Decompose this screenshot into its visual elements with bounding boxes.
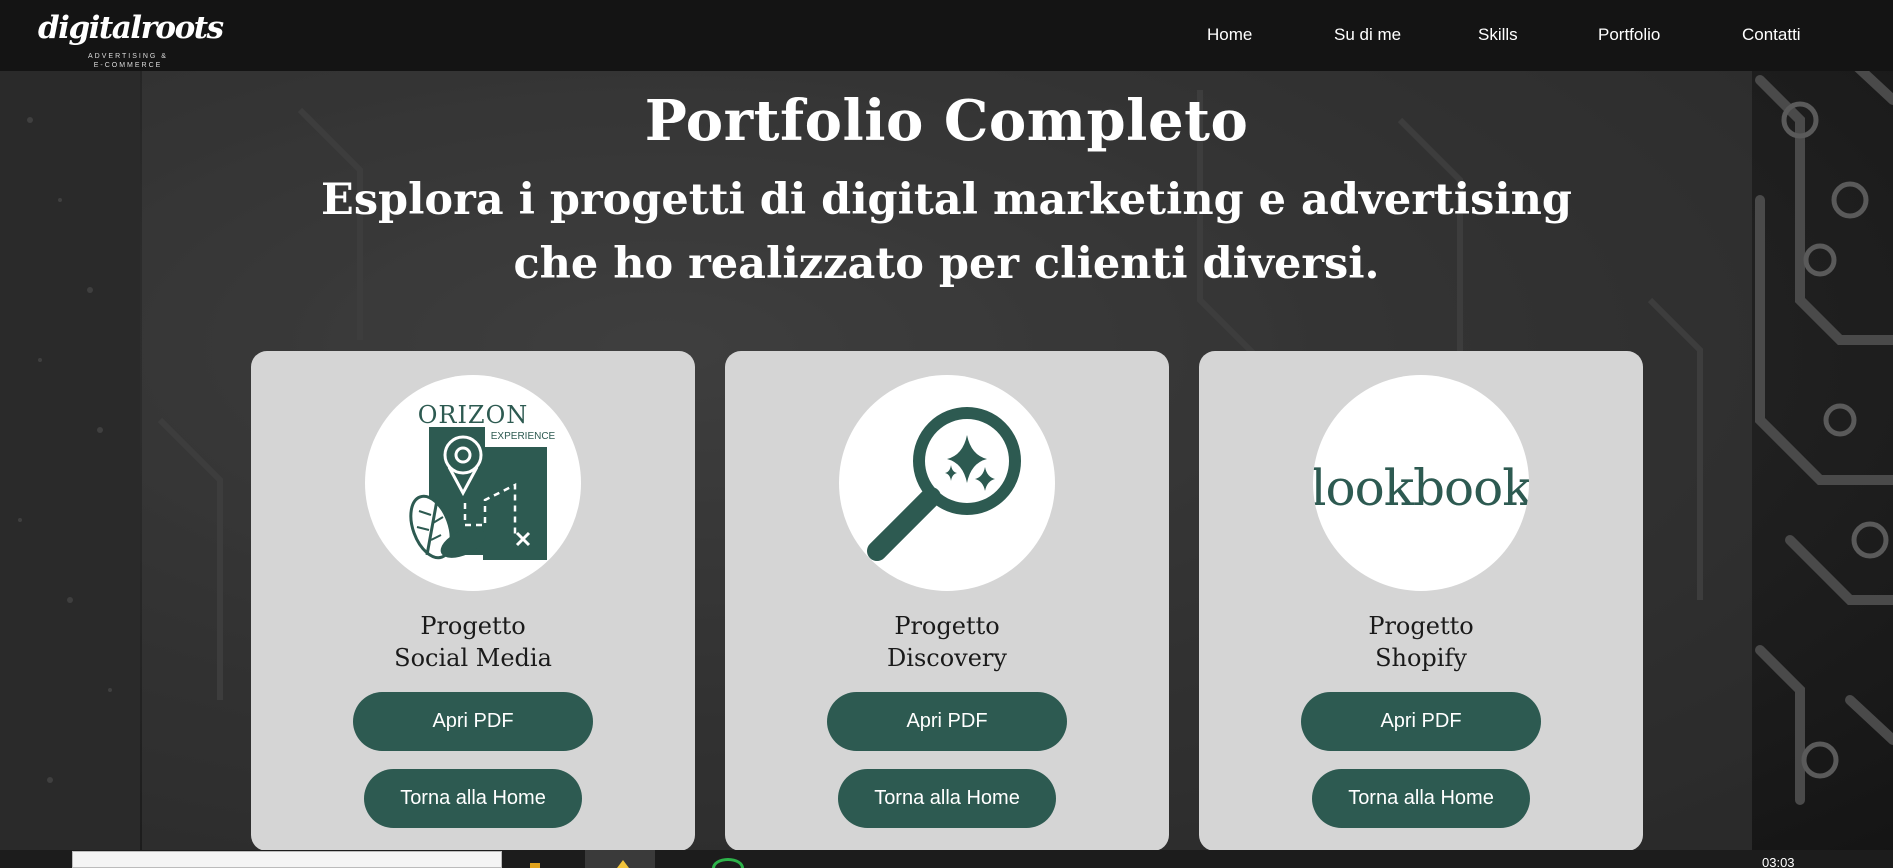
- site-logo[interactable]: digitalroots ADVERTISING & E-COMMERCE: [38, 10, 224, 70]
- lookbook-logo: lookbook: [1313, 459, 1529, 517]
- os-taskbar: 03:03: [0, 850, 1893, 868]
- page-subtitle: Esplora i progetti di digital marketing …: [321, 175, 1572, 289]
- card-title-line2: Discovery: [887, 644, 1007, 672]
- page-title: Portfolio Completo: [644, 88, 1249, 154]
- browser-icon[interactable]: [712, 858, 744, 868]
- nav-link-home[interactable]: Home: [1207, 25, 1252, 45]
- nav-link-portfolio[interactable]: Portfolio: [1598, 25, 1660, 45]
- lookbook-logo-text: lookbook: [1313, 459, 1529, 517]
- project-card-social-media: ORIZON EXPERIENCE Progetto Social Media …: [251, 351, 695, 851]
- card-title: Progetto Discovery: [725, 610, 1169, 674]
- open-pdf-button[interactable]: Apri PDF: [1301, 692, 1541, 751]
- project-image-discovery: [839, 375, 1055, 591]
- map-location-icon: ORIZON EXPERIENCE: [409, 401, 556, 560]
- file-explorer-icon[interactable]: [530, 863, 540, 868]
- nav-link-skills[interactable]: Skills: [1478, 25, 1518, 45]
- project-image-orizon: ORIZON EXPERIENCE: [365, 375, 581, 591]
- card-title-line2: Shopify: [1375, 644, 1467, 672]
- open-pdf-button[interactable]: Apri PDF: [353, 692, 593, 751]
- nav-link-contatti[interactable]: Contatti: [1742, 25, 1801, 45]
- open-pdf-button[interactable]: Apri PDF: [827, 692, 1067, 751]
- taskbar-search-input[interactable]: [72, 851, 502, 868]
- back-home-button[interactable]: Torna alla Home: [364, 769, 582, 828]
- project-card-discovery: Progetto Discovery Apri PDF Torna alla H…: [725, 351, 1169, 851]
- project-card-shopify: lookbook Progetto Shopify Apri PDF Torna…: [1199, 351, 1643, 851]
- card-title: Progetto Shopify: [1199, 610, 1643, 674]
- orizon-logo-subtext: EXPERIENCE: [491, 431, 556, 442]
- card-title-line2: Social Media: [394, 644, 552, 672]
- nav-link-su-di-me[interactable]: Su di me: [1334, 25, 1401, 45]
- back-home-button[interactable]: Torna alla Home: [838, 769, 1056, 828]
- orizon-logo-text: ORIZON: [418, 401, 529, 429]
- taskbar-clock[interactable]: 03:03: [1762, 855, 1795, 868]
- magnifier-sparkle-icon: [867, 407, 1021, 561]
- project-image-lookbook: lookbook: [1313, 375, 1529, 591]
- top-navbar: digitalroots ADVERTISING & E-COMMERCE Ho…: [0, 0, 1893, 71]
- back-home-button[interactable]: Torna alla Home: [1312, 769, 1530, 828]
- card-title: Progetto Social Media: [251, 610, 695, 674]
- card-title-line1: Progetto: [1368, 612, 1474, 640]
- card-title-line1: Progetto: [894, 612, 1000, 640]
- card-title-line1: Progetto: [420, 612, 526, 640]
- logo-text: digitalroots: [38, 10, 224, 46]
- logo-subtitle: ADVERTISING & E-COMMERCE: [88, 53, 168, 69]
